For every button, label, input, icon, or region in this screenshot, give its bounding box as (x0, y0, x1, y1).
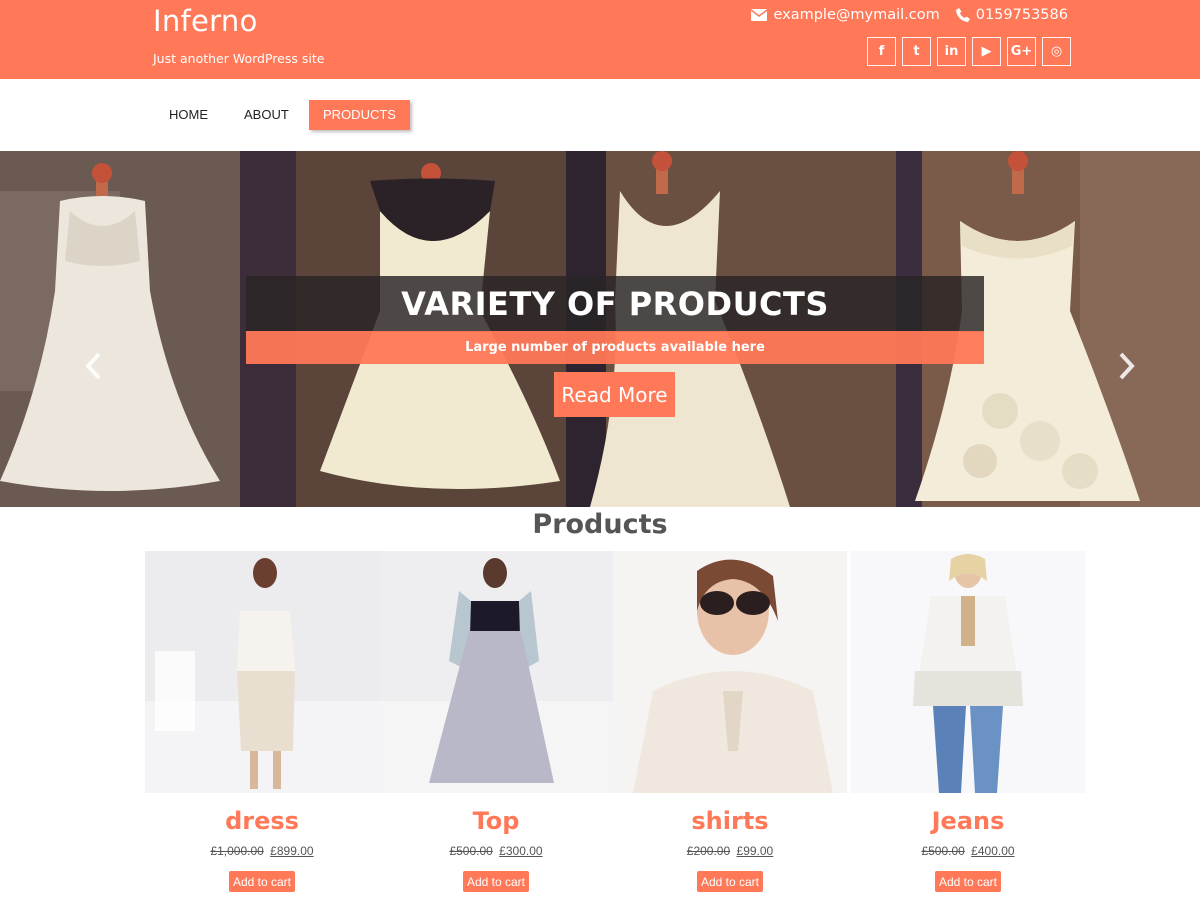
google-plus-icon[interactable]: G+ (1007, 37, 1036, 66)
sale-price: £899.00 (270, 844, 314, 858)
hero-subtitle: Large number of products available here (465, 340, 765, 355)
product-name[interactable]: Jeans (851, 807, 1085, 835)
product-image[interactable] (613, 551, 847, 793)
site-title[interactable]: Inferno (153, 4, 258, 38)
contact-phone[interactable]: 0159753586 (976, 7, 1068, 23)
phone-icon (955, 8, 970, 22)
instagram-icon[interactable]: ◎ (1042, 37, 1071, 66)
product-price: £200.00 £99.00 (613, 844, 847, 858)
nav-item-about[interactable]: ABOUT (228, 100, 305, 130)
product-card: dress £1,000.00 £899.00 Add to cart (145, 551, 379, 900)
regular-price: £200.00 (686, 844, 731, 858)
product-card: Top £500.00 £300.00 Add to cart (379, 551, 613, 900)
product-image[interactable] (379, 551, 613, 793)
chevron-left-icon[interactable] (82, 351, 106, 381)
regular-price: £1,000.00 (210, 844, 264, 858)
product-price: £500.00 £300.00 (379, 844, 613, 858)
sale-price: £400.00 (971, 844, 1015, 858)
regular-price: £500.00 (921, 844, 965, 858)
main-nav: HOME ABOUT PRODUCTS (0, 79, 1200, 151)
facebook-icon[interactable]: f (867, 37, 896, 66)
add-to-cart-button[interactable]: Add to cart (228, 871, 296, 892)
product-name[interactable]: shirts (613, 807, 847, 835)
nav-item-home[interactable]: HOME (153, 100, 224, 130)
site-tagline: Just another WordPress site (153, 51, 325, 66)
youtube-icon[interactable]: ▶ (972, 37, 1001, 66)
products-heading: Products (532, 509, 668, 540)
contact-email[interactable]: example@mymail.com (773, 7, 939, 23)
hero-title: VARIETY OF PRODUCTS (401, 285, 829, 323)
add-to-cart-button[interactable]: Add to cart (934, 871, 1002, 892)
product-price: £1,000.00 £899.00 (145, 844, 379, 858)
product-card: Jeans £500.00 £400.00 Add to cart (851, 551, 1085, 900)
sale-price: £300.00 (499, 844, 543, 858)
product-name[interactable]: Top (379, 807, 613, 835)
product-image[interactable] (145, 551, 379, 793)
product-name[interactable]: dress (145, 807, 379, 835)
product-price: £500.00 £400.00 (851, 844, 1085, 858)
add-to-cart-button[interactable]: Add to cart (696, 871, 764, 892)
hero-subtitle-band: Large number of products available here (246, 331, 984, 364)
contact-info: example@mymail.com 0159753586 (751, 5, 1068, 25)
product-image[interactable] (851, 551, 1085, 793)
regular-price: £500.00 (449, 844, 493, 858)
linkedin-icon[interactable]: in (937, 37, 966, 66)
social-links: f t in ▶ G+ ◎ (867, 37, 1071, 66)
chevron-right-icon[interactable] (1114, 351, 1138, 381)
nav-item-products[interactable]: PRODUCTS (309, 100, 410, 130)
product-card: shirts £200.00 £99.00 Add to cart (613, 551, 847, 900)
read-more-button[interactable]: Read More (554, 372, 675, 417)
envelope-icon (751, 9, 768, 21)
sale-price: £99.00 (736, 844, 774, 858)
hero-slider: VARIETY OF PRODUCTS Large number of prod… (0, 151, 1200, 507)
add-to-cart-button[interactable]: Add to cart (462, 871, 530, 892)
hero-title-band: VARIETY OF PRODUCTS (246, 276, 984, 332)
site-header: Inferno Just another WordPress site exam… (0, 0, 1200, 79)
twitter-icon[interactable]: t (902, 37, 931, 66)
